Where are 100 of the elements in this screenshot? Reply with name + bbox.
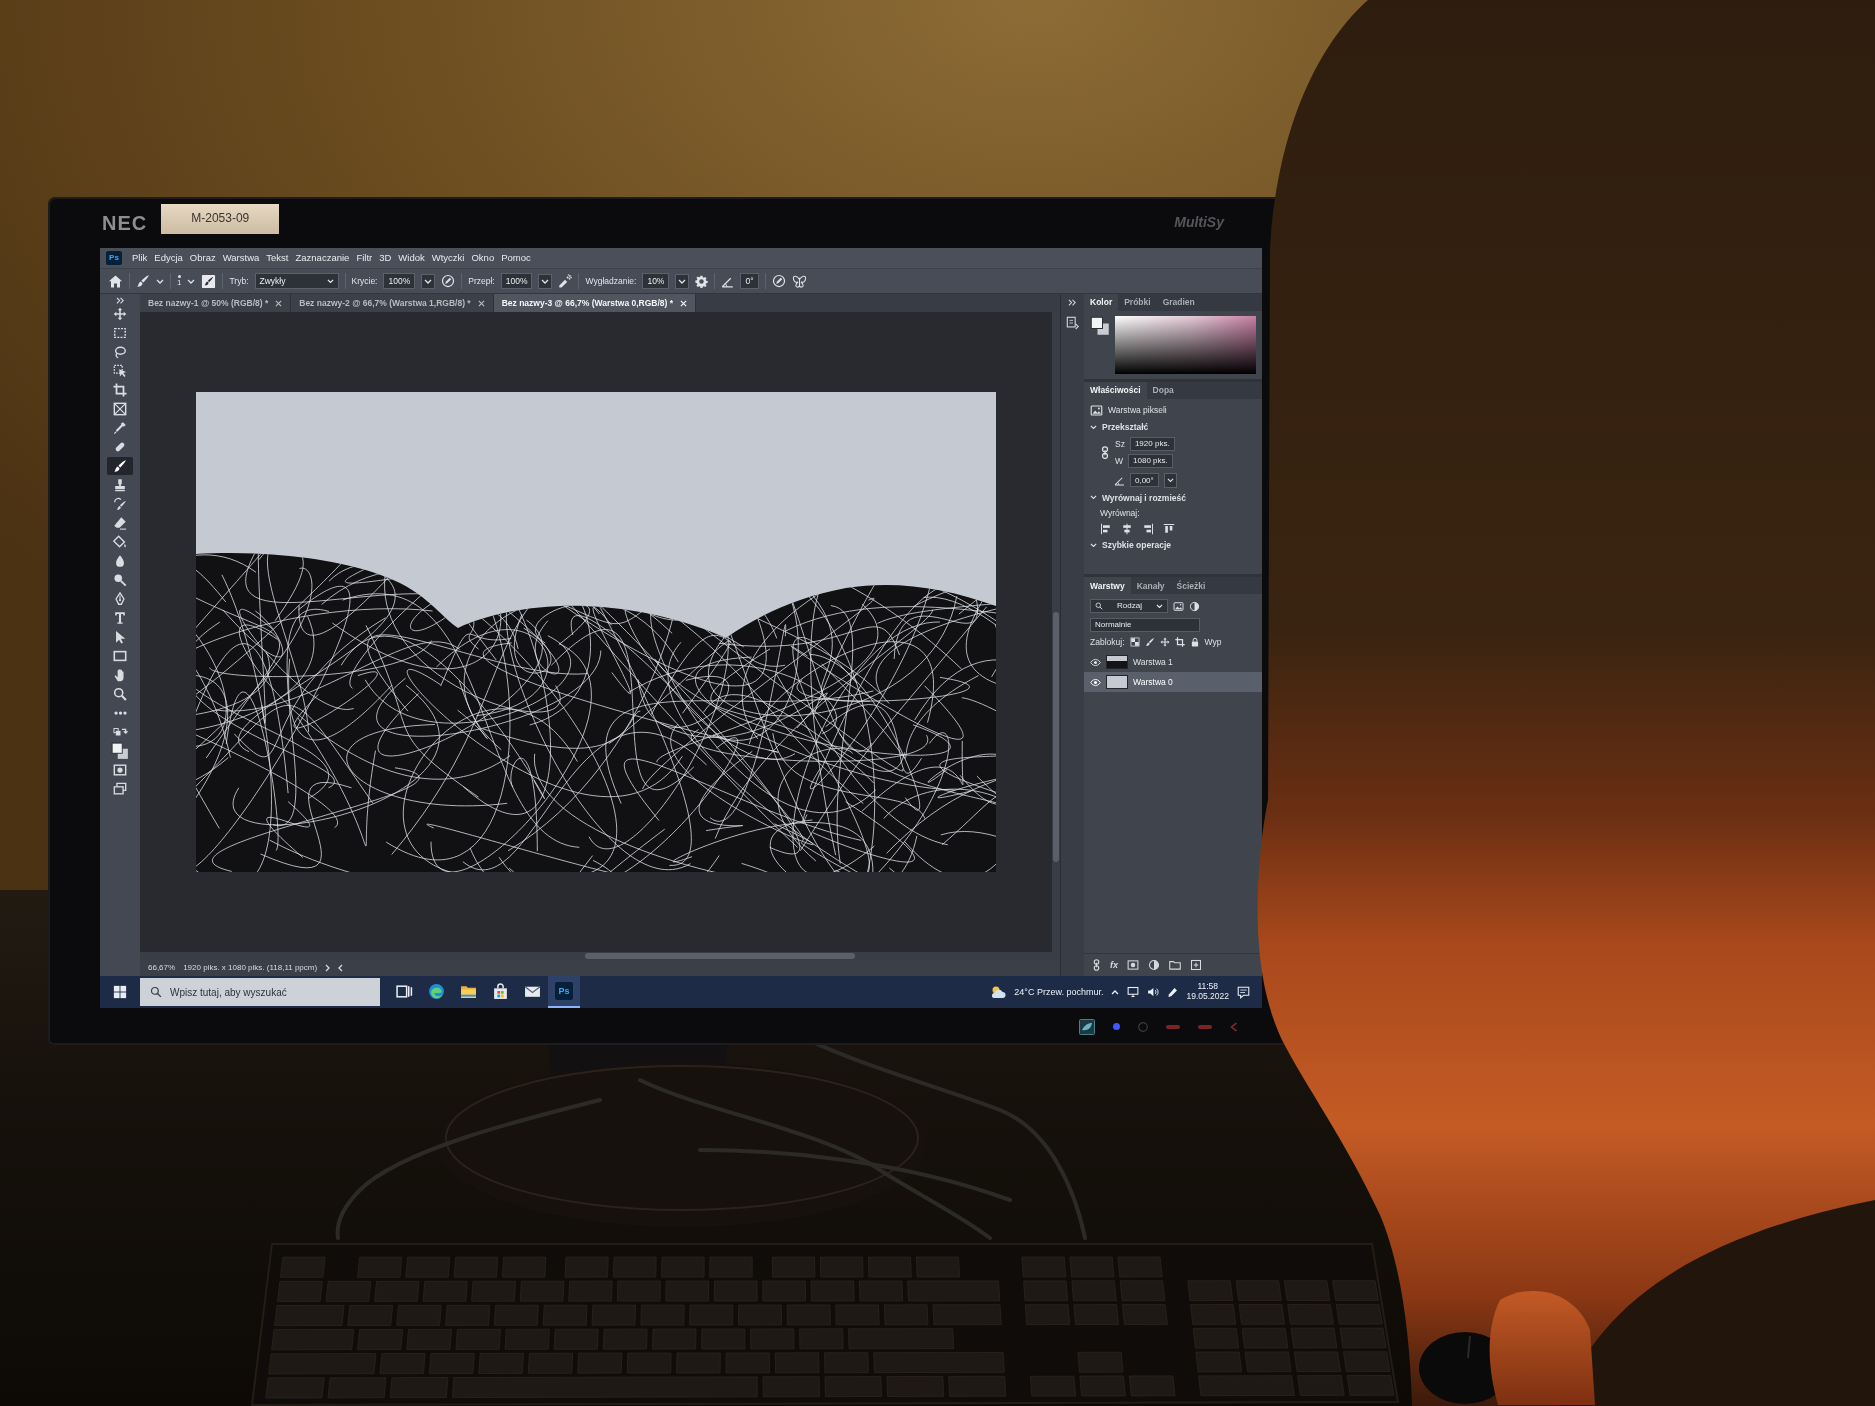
panel-tab[interactable]: Ścieżki xyxy=(1170,577,1212,595)
eye-icon[interactable] xyxy=(1090,676,1101,688)
color-picker-field[interactable] xyxy=(1115,316,1256,374)
link-icon[interactable] xyxy=(1092,959,1101,971)
tool-button[interactable] xyxy=(107,457,133,476)
plus-square-icon[interactable] xyxy=(1190,959,1202,971)
menu-item[interactable]: 3D xyxy=(379,252,392,264)
menu-item[interactable]: Okno xyxy=(471,252,495,264)
angle-field[interactable]: 0° xyxy=(740,273,759,289)
close-icon[interactable] xyxy=(275,299,283,307)
taskbar-app-button[interactable]: Ps xyxy=(548,976,580,1008)
menu-item[interactable]: Zaznaczanie xyxy=(295,252,350,264)
chevron-down-icon[interactable] xyxy=(1090,542,1097,548)
effects-button[interactable]: fx xyxy=(1110,959,1118,971)
caret-icon[interactable] xyxy=(1163,473,1177,488)
panel-tab[interactable]: Kolor xyxy=(1084,294,1119,311)
document-tab[interactable]: Bez nazwy-2 @ 66,7% (Warstwa 1,RGB/8) * xyxy=(291,294,494,312)
double-chevron-icon[interactable] xyxy=(115,297,125,305)
speaker-icon[interactable] xyxy=(1147,986,1160,998)
panel-tab[interactable]: Gradien xyxy=(1156,294,1201,311)
time-text[interactable]: 11:58 xyxy=(1197,982,1219,992)
weather-text[interactable]: 24°C Przew. pochmur. xyxy=(1014,986,1104,998)
horizontal-scrollbar[interactable] xyxy=(140,952,1060,960)
document-arrow-icon[interactable] xyxy=(1065,316,1080,331)
notification-icon[interactable] xyxy=(1237,985,1250,999)
butterfly-icon[interactable] xyxy=(791,273,807,289)
chevron-up-icon[interactable] xyxy=(1111,989,1120,995)
menu-item[interactable]: Warstwa xyxy=(222,252,260,264)
panel-tab[interactable]: Właściwości xyxy=(1084,382,1147,399)
menu-item[interactable]: Pomoc xyxy=(501,252,531,264)
color-swatch-icon[interactable] xyxy=(1090,316,1110,336)
chevron-right-icon[interactable] xyxy=(325,964,331,972)
search-field[interactable]: Wpisz tutaj, aby wyszukać xyxy=(140,978,380,1006)
document-tab[interactable]: Bez nazwy-1 @ 50% (RGB/8) * xyxy=(140,294,292,312)
close-icon[interactable] xyxy=(477,299,485,307)
asset-tag-sticker: M-2053-09 xyxy=(161,203,280,234)
crop-icon[interactable] xyxy=(1174,637,1185,648)
panel-tab[interactable]: Warstwy xyxy=(1084,577,1131,595)
menu-item[interactable]: Widok xyxy=(398,252,425,264)
layer-row[interactable]: Warstwa 1 xyxy=(1084,652,1262,673)
date-text[interactable]: 19.05.2022 xyxy=(1186,992,1229,1002)
layer-filter-dropdown[interactable]: Rodzaj xyxy=(1090,599,1168,614)
link-icon[interactable] xyxy=(1100,446,1110,460)
spray-icon[interactable] xyxy=(558,274,573,288)
brush-tile-icon[interactable] xyxy=(201,273,217,289)
rotation-field[interactable]: 0,00° xyxy=(1130,473,1159,488)
pen-circle-icon[interactable] xyxy=(771,274,786,288)
cloud-sun-icon[interactable] xyxy=(990,984,1007,1000)
menu-item[interactable]: Filtr xyxy=(356,252,373,264)
chevron-down-icon[interactable] xyxy=(1090,495,1097,500)
document-tab[interactable]: Bez nazwy-3 @ 66,7% (Warstwa 0,RGB/8) * xyxy=(493,294,697,312)
smoothing-field[interactable]: 10% xyxy=(642,273,670,289)
folder-icon[interactable] xyxy=(1169,959,1181,971)
lock-icon[interactable] xyxy=(1189,637,1200,648)
mask-icon[interactable] xyxy=(1127,959,1139,971)
checkerboard-icon[interactable] xyxy=(1129,637,1140,648)
opacity-field[interactable]: 100% xyxy=(383,273,416,289)
chevron-down-icon[interactable] xyxy=(1090,424,1097,430)
pen-icon[interactable] xyxy=(1167,986,1179,998)
half-circle-icon[interactable] xyxy=(1148,959,1160,971)
caret-icon[interactable] xyxy=(538,273,553,289)
mode-dropdown[interactable]: Zwykły xyxy=(254,273,339,289)
settings-icon[interactable] xyxy=(695,274,709,288)
caret-icon[interactable] xyxy=(675,273,690,289)
brand-logo: NEC xyxy=(102,210,148,235)
flow-field[interactable]: 100% xyxy=(500,273,533,289)
align-top-icon[interactable] xyxy=(1163,522,1175,535)
panel-tab[interactable]: Próbki xyxy=(1118,294,1157,311)
double-chevron-icon[interactable] xyxy=(1068,299,1077,307)
home-icon[interactable] xyxy=(108,273,123,289)
caret-icon[interactable] xyxy=(421,273,436,289)
align-left-icon[interactable] xyxy=(1100,522,1112,535)
eye-icon[interactable] xyxy=(1090,656,1101,668)
scrollbar-thumb[interactable] xyxy=(585,953,855,959)
section-title[interactable]: Wyrównaj i rozmieść xyxy=(1102,492,1186,503)
scrollbar-thumb[interactable] xyxy=(1053,612,1059,862)
menu-item[interactable]: Tekst xyxy=(266,252,289,264)
layer-row[interactable]: Warstwa 0 xyxy=(1084,672,1262,693)
brush-size[interactable]: 1 xyxy=(177,279,182,287)
align-right-icon[interactable] xyxy=(1142,522,1154,535)
menu-item[interactable]: Edycja xyxy=(154,252,183,264)
section-title[interactable]: Przekształć xyxy=(1102,422,1149,433)
align-center-icon[interactable] xyxy=(1121,522,1133,535)
menu-item[interactable]: Wtyczki xyxy=(431,252,465,264)
brush-icon[interactable] xyxy=(136,274,150,288)
move-icon[interactable] xyxy=(1159,637,1170,648)
zoom-field[interactable]: 66,67% xyxy=(148,963,176,973)
half-circle-icon[interactable] xyxy=(1189,600,1200,612)
monitor-icon[interactable] xyxy=(1127,986,1140,998)
panel-tab[interactable]: Dopa xyxy=(1146,382,1180,399)
blend-mode-dropdown[interactable]: Normalnie xyxy=(1090,618,1200,633)
pen-circle-icon[interactable] xyxy=(441,274,456,288)
height-field[interactable]: 1080 pks. xyxy=(1128,454,1173,469)
width-field[interactable]: 1920 pks. xyxy=(1129,437,1175,452)
panel-tab[interactable]: Kanały xyxy=(1130,577,1171,595)
menu-item[interactable]: Plik xyxy=(132,252,148,264)
section-title[interactable]: Szybkie operacje xyxy=(1102,539,1171,551)
brush-icon[interactable] xyxy=(1144,637,1155,648)
image-icon[interactable] xyxy=(1173,600,1184,612)
menu-item[interactable]: Obraz xyxy=(189,252,216,264)
